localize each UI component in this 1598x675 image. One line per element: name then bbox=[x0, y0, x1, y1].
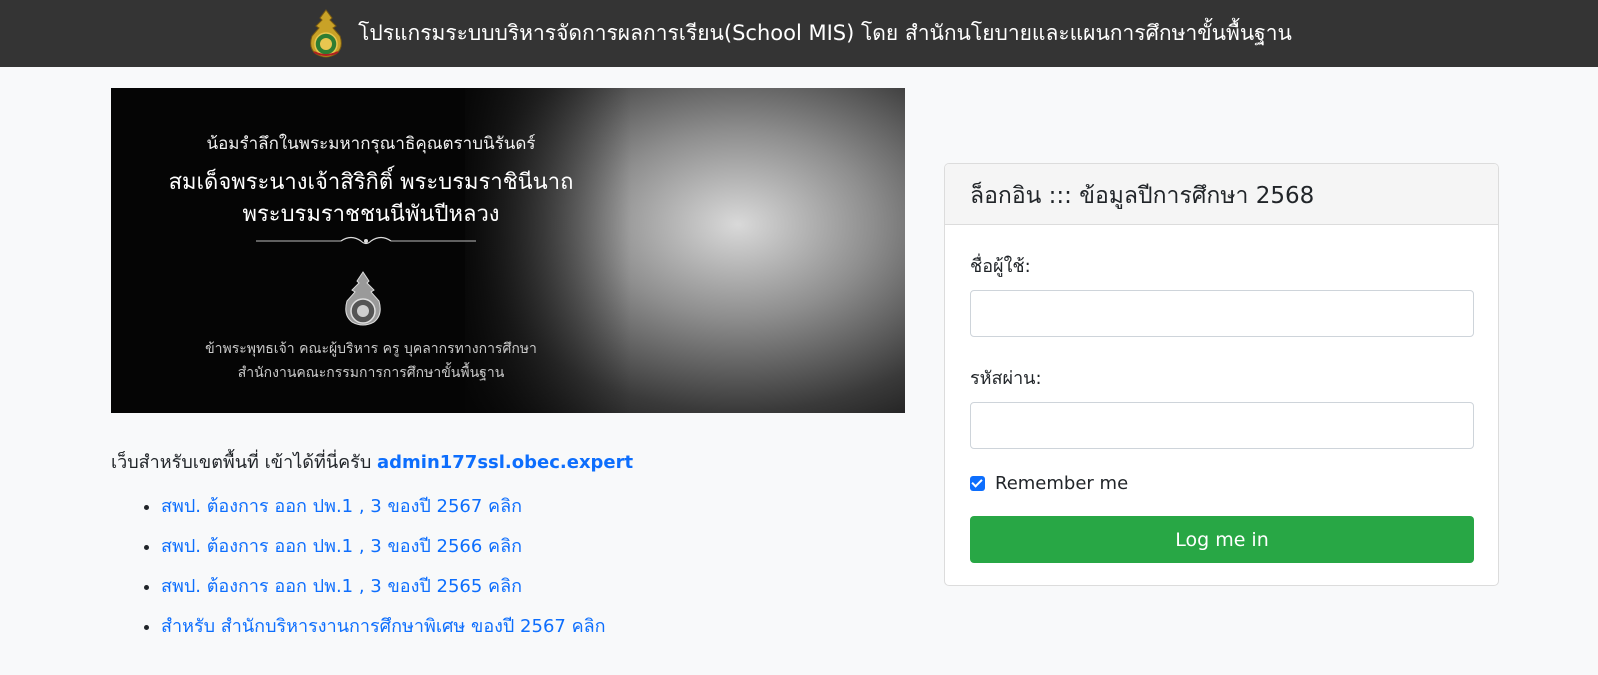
obec-emblem-icon bbox=[310, 8, 342, 57]
list-item: สพป. ต้องการ ออก ปพ.1 , 3 ของปี 2565 คลิ… bbox=[161, 575, 606, 615]
top-navbar: โปรแกรมระบบบริหารจัดการผลการเรียน(School… bbox=[0, 0, 1598, 67]
link-2566[interactable]: สพป. ต้องการ ออก ปพ.1 , 3 ของปี 2566 คลิ… bbox=[161, 536, 522, 557]
link-special-education-2567[interactable]: สำหรับ สำนักบริหารงานการศึกษาพิเศษ ของปี… bbox=[161, 616, 606, 637]
banner-line-4: ข้าพระพุทธเจ้า คณะผู้บริหาร ครู บุคลากรท… bbox=[205, 341, 537, 357]
admin-site-link[interactable]: admin177ssl.obec.expert bbox=[377, 452, 633, 473]
login-card: ล็อกอิน ::: ข้อมูลปีการศึกษา 2568 ชื่อผู… bbox=[944, 163, 1499, 586]
remember-me-row[interactable]: Remember me bbox=[970, 473, 1473, 494]
list-item: สพป. ต้องการ ออก ปพ.1 , 3 ของปี 2567 คลิ… bbox=[161, 495, 606, 535]
login-title: ล็อกอิน ::: ข้อมูลปีการศึกษา 2568 bbox=[945, 164, 1498, 225]
remember-me-label: Remember me bbox=[995, 473, 1129, 494]
login-button[interactable]: Log me in bbox=[970, 516, 1474, 563]
remember-me-checkbox[interactable] bbox=[970, 476, 985, 491]
banner-line-2: สมเด็จพระนางเจ้าสิริกิติ์ พระบรมราชินีนา… bbox=[168, 170, 574, 195]
ornament-divider-icon bbox=[256, 236, 476, 245]
banner-line-1: น้อมรำลึกในพระมหากรุณาธิคุณตราบนิรันดร์ bbox=[206, 134, 536, 154]
username-input[interactable] bbox=[970, 290, 1474, 337]
notice-text: เว็บสำหรับเขตพื้นที่ เข้าได้ที่นี่ครับ bbox=[111, 452, 377, 473]
obec-emblem-icon bbox=[345, 271, 381, 326]
list-item: สำหรับ สำนักบริหารงานการศึกษาพิเศษ ของปี… bbox=[161, 615, 606, 655]
password-label: รหัสผ่าน: bbox=[970, 368, 1042, 389]
list-item: สพป. ต้องการ ออก ปพ.1 , 3 ของปี 2566 คลิ… bbox=[161, 535, 606, 575]
username-label: ชื่อผู้ใช้: bbox=[970, 256, 1031, 277]
report-links-list: สพป. ต้องการ ออก ปพ.1 , 3 ของปี 2567 คลิ… bbox=[111, 495, 606, 655]
link-2567[interactable]: สพป. ต้องการ ออก ปพ.1 , 3 ของปี 2567 คลิ… bbox=[161, 496, 522, 517]
banner-line-5: สำนักงานคณะกรรมการการศึกษาขั้นพื้นฐาน bbox=[237, 365, 505, 381]
banner-line-3: พระบรมราชชนนีพันปีหลวง bbox=[242, 202, 500, 227]
link-2565[interactable]: สพป. ต้องการ ออก ปพ.1 , 3 ของปี 2565 คลิ… bbox=[161, 576, 522, 597]
app-title: โปรแกรมระบบบริหารจัดการผลการเรียน(School… bbox=[358, 21, 1292, 45]
password-input[interactable] bbox=[970, 402, 1474, 449]
memorial-banner: น้อมรำลึกในพระมหากรุณาธิคุณตราบนิรันดร์ … bbox=[111, 88, 905, 413]
area-notice: เว็บสำหรับเขตพื้นที่ เข้าได้ที่นี่ครับ a… bbox=[111, 447, 633, 476]
